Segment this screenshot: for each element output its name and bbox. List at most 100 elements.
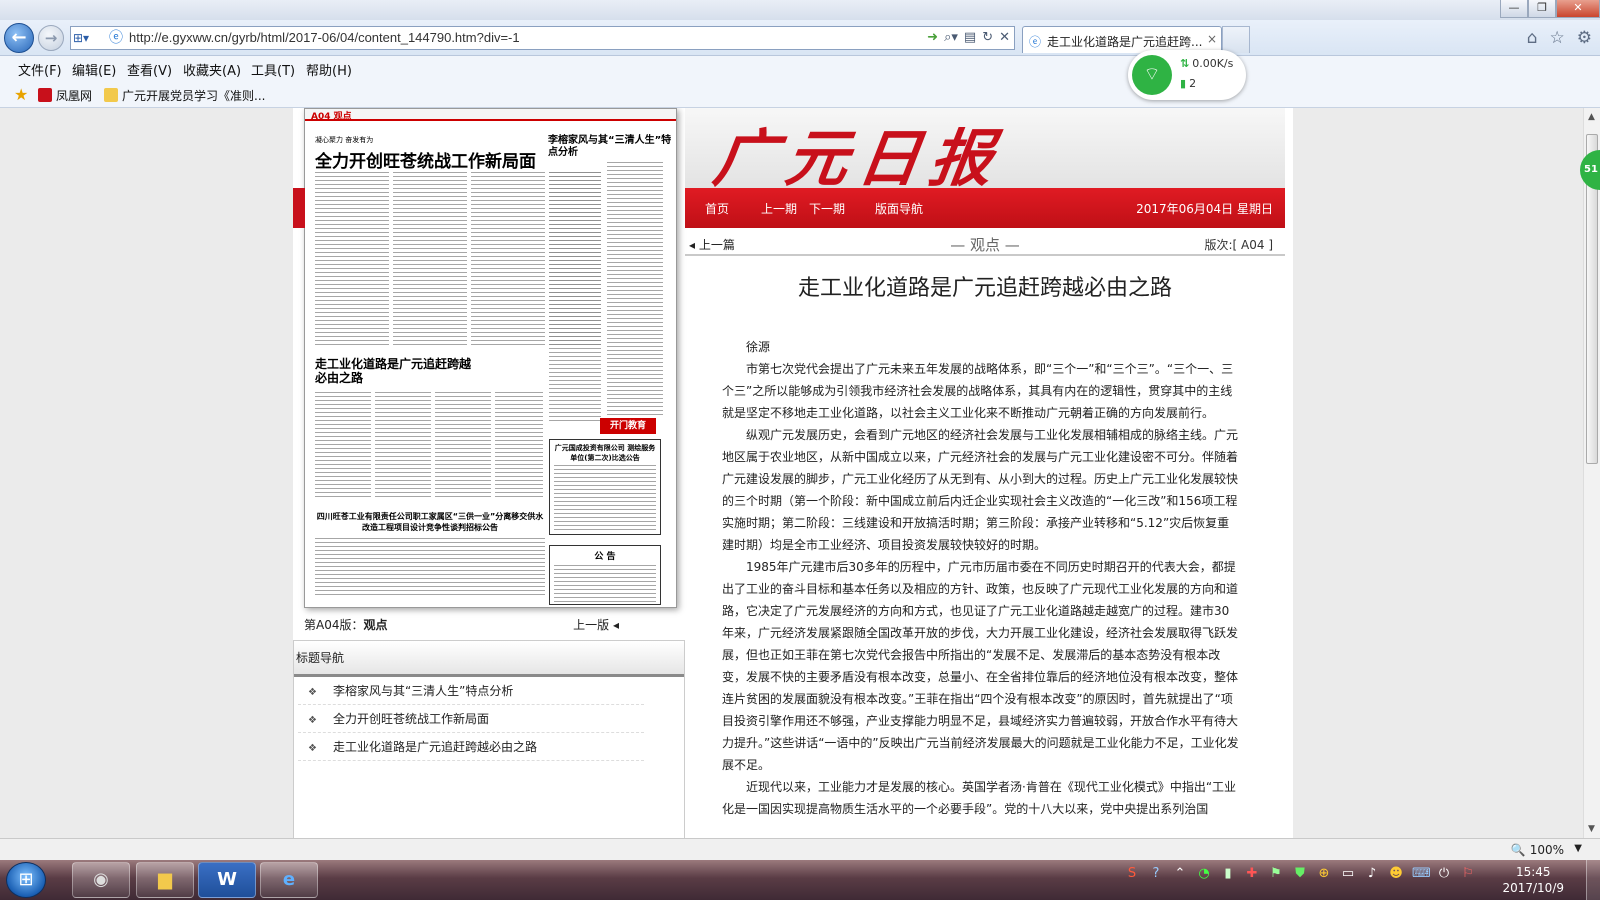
favorite-link-guangyuan[interactable]: 广元开展党员学习《准则... [104,87,265,104]
menu-bar: 文件(F) 编辑(E) 查看(V) 收藏夹(A) 工具(T) 帮助(H) [0,56,1600,82]
menu-view[interactable]: 查看(V) [127,60,172,79]
power-icon[interactable]: ⏻ [1436,866,1452,882]
show-desktop-button[interactable] [1586,860,1600,900]
zoom-dropdown-icon[interactable]: ▼ [1574,843,1582,854]
taskbar-app-word[interactable]: W [198,862,256,898]
network-speed-widget[interactable]: ⌔ ⇅ 0.00K/s ▮ 2 [1128,50,1246,100]
red-bar-edge [293,188,305,228]
title-nav-item[interactable]: ❖ 全力开创旺苍统战工作新局面 [298,705,644,733]
ad-banner[interactable]: 开门教育 [600,418,656,434]
url-text[interactable]: http://e.gyxww.cn/gyrb/html/2017-06/04/c… [129,30,520,45]
text-column [393,171,467,346]
menu-file[interactable]: 文件(F) [18,60,62,79]
thumb-headline-1[interactable]: 全力开创旺苍统战工作新局面 [315,147,545,172]
nav-layout[interactable]: 版面导航 [875,200,923,217]
article-author: 徐源 [746,340,771,354]
title-nav-item[interactable]: ❖ 李榕家风与其“三清人生”特点分析 [298,677,644,705]
gear-icon[interactable]: ⚙ [1577,28,1592,48]
title-nav-heading: 标题导航 [294,641,684,677]
page-band: A04 观点 [305,109,676,122]
nav-prev-issue[interactable]: 上一期 [761,200,797,217]
battery-icon[interactable]: ▮ [1220,866,1236,882]
article-paragraph: 1985年广元建市后30多年的历程中，广元市历届市委在不同历史时期召开的代表大会… [722,560,1239,772]
masthead: 广元日报 [685,108,1285,195]
text-column [495,391,543,499]
newspaper-page-thumbnail[interactable]: A04 观点 凝心聚力 奋发有为 全力开创旺苍统战工作新局面 李榕家风与其“三清… [304,108,677,608]
qq-icon[interactable]: ☻ [1388,866,1404,882]
clock-time: 15:45 [1515,865,1551,879]
tray-expand-icon[interactable]: ⌃ [1172,866,1188,882]
net-count: ▮ 2 [1180,77,1197,90]
address-bar[interactable]: ⊞▾ ⓔ http://e.gyxww.cn/gyrb/html/2017-06… [70,26,1015,50]
word-icon: W [217,869,237,890]
scroll-up-icon[interactable]: ▲ [1588,112,1595,122]
nav-next-issue[interactable]: 下一期 [809,200,845,217]
thumb-headline-2[interactable]: 李榕家风与其“三清人生”特点分析 [548,135,674,159]
minimize-button[interactable]: — [1500,0,1528,18]
start-button[interactable]: ⊞ [6,862,46,898]
wifi-tray-icon[interactable]: ◔ [1196,866,1212,882]
nav-home[interactable]: 首页 [705,200,729,217]
current-page-label: 第A04版：观点 [304,618,388,632]
vertical-scrollbar[interactable]: ▲ ▼ [1583,108,1600,838]
shield-icon[interactable]: ⛊ [1292,866,1308,882]
page-number: 版次:[ A04 ] [1204,238,1273,252]
diamond-bullet-icon: ❖ [308,715,317,726]
page-footer: 第A04版：观点 上一版 ◂ [304,616,677,636]
compat-view-icon[interactable]: ⊞▾ [73,29,105,47]
tab-active[interactable]: ⓔ 走工业化道路是广元追赶跨... × [1022,26,1222,53]
title-nav-item[interactable]: ❖ 走工业化道路是广元追赶跨越必由之路 [298,733,644,761]
menu-edit[interactable]: 编辑(E) [72,60,116,79]
help-icon[interactable]: ? [1148,866,1164,882]
menu-tools[interactable]: 工具(T) [251,60,295,79]
menu-help[interactable]: 帮助(H) [306,60,352,79]
refresh-icon[interactable]: ↻ [982,29,993,47]
compat-icon[interactable]: ▤ [964,29,976,47]
menu-favorites[interactable]: 收藏夹(A) [183,60,241,79]
tab-close-button[interactable]: × [1207,32,1217,46]
notice-box: 公 告 [549,545,661,605]
clock[interactable]: 15:45 2017/10/9 [1502,864,1564,896]
new-tab-button[interactable] [1222,26,1250,53]
prev-page-link[interactable]: 上一版 ◂ [573,616,619,633]
article-header: ◂ 上一篇 — 观点 — 版次:[ A04 ] [685,230,1285,256]
maximize-button[interactable]: ❐ [1528,0,1556,18]
sogou-icon[interactable]: S [1124,866,1140,882]
text-column [315,537,545,597]
address-tools: ➜ ⌕▾ ▤ ↻ ✕ [927,29,1010,47]
favorite-link-ifeng[interactable]: 凤凰网 [38,87,92,104]
network-icon[interactable]: ▭ [1340,866,1356,882]
taskbar-app-ie[interactable]: e [260,862,318,898]
diamond-bullet-icon: ❖ [308,687,317,698]
forward-button[interactable]: → [38,25,64,51]
back-arrow-icon: ← [11,27,27,48]
back-button[interactable]: ← [4,23,34,53]
article-paragraph: 纵观广元发展历史，会看到广元地区的经济社会发展与工业化发展相辅相成的脉络主线。广… [722,428,1239,552]
search-icon[interactable]: ⌕▾ [944,29,958,47]
system-tray: S ? ⌃ ◔ ▮ ✚ ⚑ ⛊ ⊕ ▭ ♪ ☻ ⌨ ⏻ ⚐ [1124,866,1476,882]
taskbar-app-player[interactable]: ◉ [72,862,130,898]
home-icon[interactable]: ⌂ [1527,28,1538,48]
action-center-icon[interactable]: ⚐ [1460,866,1476,882]
flag-icon[interactable]: ⚑ [1268,866,1284,882]
zoom-level[interactable]: 🔍 100% [1511,843,1564,857]
favorites-star-icon[interactable]: ★ [14,85,28,104]
stop-icon[interactable]: ✕ [999,29,1010,47]
star-icon[interactable]: ☆ [1550,28,1565,48]
taskbar-app-explorer[interactable]: ▆ [136,862,194,898]
go-icon[interactable]: ➜ [927,29,938,47]
issue-nav-bar: 首页 上一期 下一期 版面导航 2017年06月04日 星期日 [685,188,1285,228]
plus-icon[interactable]: ⊕ [1316,866,1332,882]
close-window-button[interactable]: ✕ [1556,0,1600,18]
thumb-headline-3[interactable]: 走工业化道路是广元追赶跨越必由之路 [315,357,475,385]
security-icon[interactable]: ✚ [1244,866,1260,882]
title-navigation: 标题导航 ❖ 李榕家风与其“三清人生”特点分析 ❖ 全力开创旺苍统战工作新局面 ❖ 走… [293,640,685,838]
diamond-bullet-icon: ❖ [308,743,317,754]
keyboard-icon[interactable]: ⌨ [1412,866,1431,882]
browser-tools: ⌂ ☆ ⚙ [1527,28,1592,48]
text-column [471,171,545,346]
scroll-down-icon[interactable]: ▼ [1588,824,1595,834]
navigation-bar: ← → ⊞▾ ⓔ http://e.gyxww.cn/gyrb/html/201… [0,20,1600,56]
volume-icon[interactable]: ♪ [1364,866,1380,882]
wifi-icon: ⌔ [1132,55,1172,95]
